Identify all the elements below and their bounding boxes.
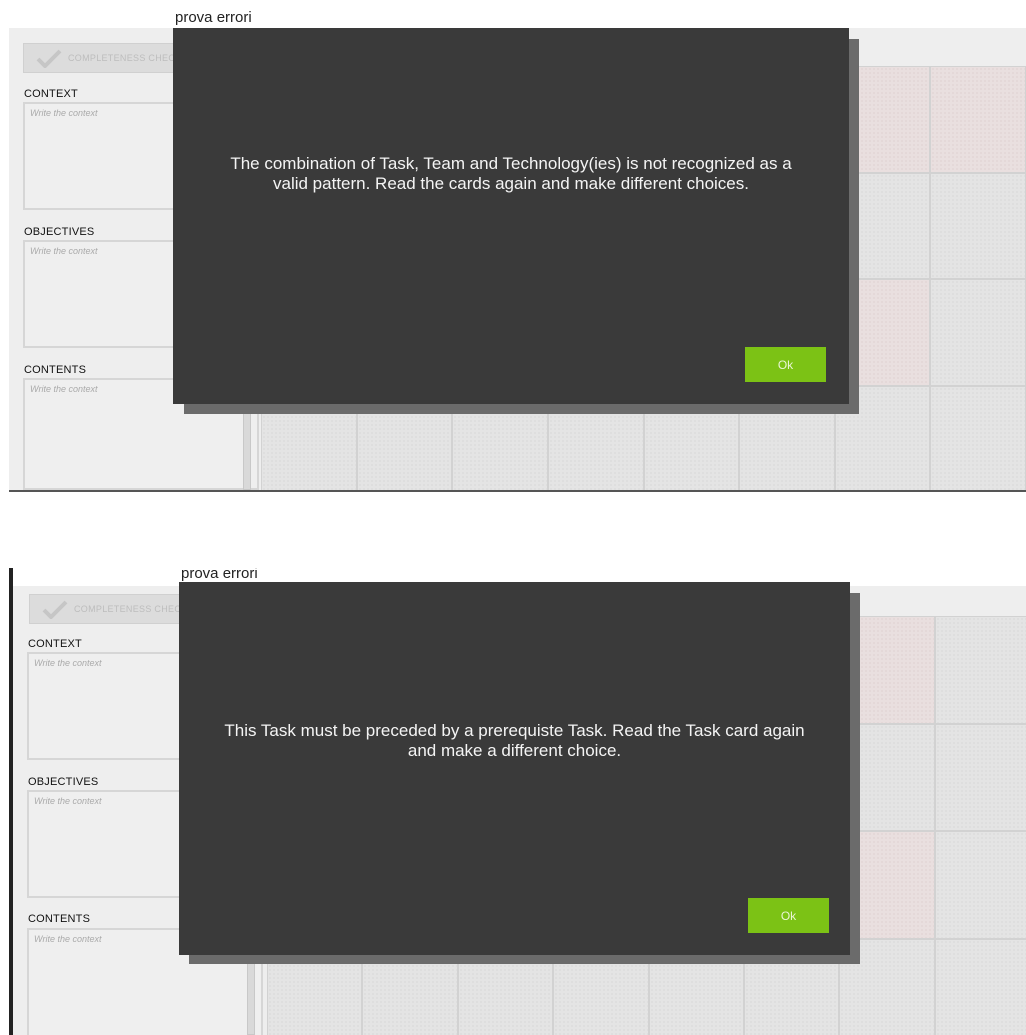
- ok-button[interactable]: Ok: [745, 347, 826, 382]
- context-label: CONTEXT: [28, 638, 82, 650]
- screenshot-1: prova errori COMPLETENESS CHECK CONTEXT …: [9, 10, 1026, 492]
- completeness-check-label: COMPLETENESS CHECK: [68, 53, 182, 63]
- dialog-message: The combination of Task, Team and Techno…: [230, 154, 792, 193]
- contents-label: CONTENTS: [28, 913, 91, 925]
- context-placeholder: Write the context: [30, 108, 98, 118]
- board-cell[interactable]: [930, 66, 1026, 173]
- context-label: CONTEXT: [24, 88, 78, 100]
- check-icon: [42, 600, 68, 619]
- contents-placeholder: Write the context: [30, 384, 98, 394]
- ok-button[interactable]: Ok: [748, 898, 829, 933]
- scrollbar[interactable]: [243, 406, 251, 490]
- scrollbar[interactable]: [247, 954, 255, 1035]
- dialog-message: This Task must be preceded by a prerequi…: [224, 721, 805, 760]
- board-cell[interactable]: [930, 172, 1026, 279]
- context-placeholder: Write the context: [34, 658, 102, 668]
- error-dialog: The combination of Task, Team and Techno…: [173, 28, 849, 404]
- board-cell[interactable]: [930, 279, 1026, 386]
- objectives-label: OBJECTIVES: [28, 776, 99, 788]
- board-cell[interactable]: [934, 616, 1026, 724]
- contents-label: CONTENTS: [24, 364, 87, 376]
- screenshot-2: prova errori COMPLETENESS CHECK CONTEXT …: [9, 568, 1026, 1035]
- board-cell[interactable]: [934, 831, 1026, 939]
- objectives-label: OBJECTIVES: [24, 226, 95, 238]
- app-title: prova errori: [181, 568, 258, 582]
- error-dialog: This Task must be preceded by a prerequi…: [179, 582, 850, 955]
- board-cell[interactable]: [934, 723, 1026, 831]
- board-cell[interactable]: [934, 938, 1026, 1035]
- objectives-placeholder: Write the context: [34, 796, 102, 806]
- title-bar: prova errori: [9, 10, 1026, 28]
- app-title: prova errori: [175, 10, 252, 26]
- completeness-check-button[interactable]: COMPLETENESS CHECK: [23, 43, 183, 73]
- completeness-check-button[interactable]: COMPLETENESS CHECK: [29, 594, 189, 624]
- board-cell[interactable]: [930, 385, 1026, 490]
- check-icon: [36, 49, 62, 68]
- contents-placeholder: Write the context: [34, 934, 102, 944]
- completeness-check-label: COMPLETENESS CHECK: [74, 604, 188, 614]
- objectives-placeholder: Write the context: [30, 246, 98, 256]
